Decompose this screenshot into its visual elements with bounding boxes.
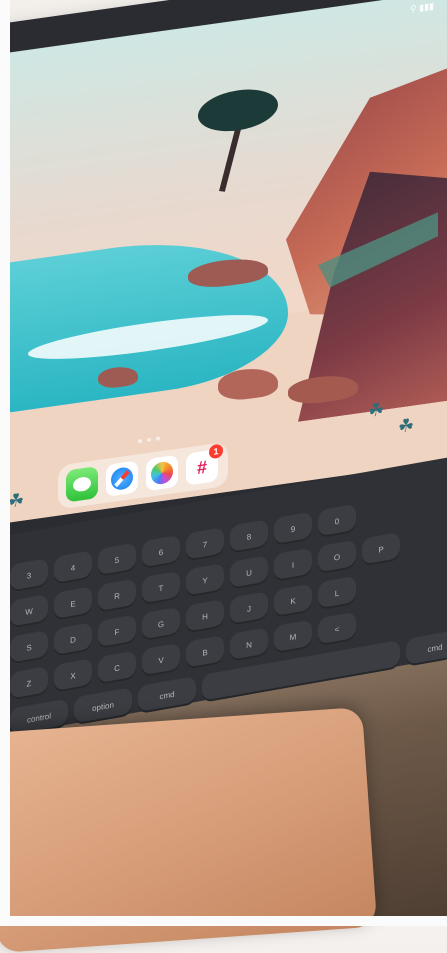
- slack-icon[interactable]: # 1: [186, 443, 223, 486]
- notification-badge: 1: [209, 443, 223, 460]
- tablet-screen: ⚲ ▮▮▮ ☘ ☘ ☘ # 1: [0, 0, 447, 526]
- key[interactable]: U: [230, 555, 268, 590]
- key[interactable]: R: [98, 578, 136, 614]
- key[interactable]: 7: [186, 526, 224, 562]
- key[interactable]: K: [274, 583, 312, 619]
- key[interactable]: S: [10, 630, 48, 665]
- key[interactable]: Y: [186, 562, 224, 598]
- key[interactable]: B: [186, 634, 224, 670]
- key[interactable]: Z: [10, 666, 48, 701]
- photos-icon[interactable]: [146, 454, 178, 492]
- option-key[interactable]: option: [74, 687, 132, 726]
- command-key[interactable]: cmd: [406, 628, 447, 667]
- key[interactable]: 9: [274, 511, 312, 547]
- key[interactable]: O: [318, 539, 356, 575]
- key[interactable]: X: [54, 658, 92, 693]
- key[interactable]: E: [54, 586, 92, 621]
- message-bubble-icon: [73, 475, 91, 493]
- status-bar-icons: ⚲ ▮▮▮: [410, 0, 434, 15]
- compass-icon: [111, 466, 133, 492]
- key[interactable]: C: [98, 650, 136, 686]
- key[interactable]: F: [98, 614, 136, 650]
- messages-icon[interactable]: [66, 466, 98, 503]
- clover-icon: ☘: [398, 414, 415, 437]
- command-key[interactable]: cmd: [138, 675, 196, 715]
- wallpaper-tree: [198, 84, 278, 136]
- flower-icon: [151, 460, 173, 486]
- image-border: [0, 916, 447, 926]
- key[interactable]: D: [54, 622, 92, 657]
- image-border: [0, 0, 10, 926]
- wallpaper-tree-trunk: [219, 120, 243, 192]
- key[interactable]: 0: [318, 503, 356, 539]
- page-dot: [147, 437, 151, 443]
- key[interactable]: 5: [98, 542, 136, 578]
- key[interactable]: 4: [54, 550, 92, 585]
- key[interactable]: G: [142, 606, 180, 642]
- key[interactable]: V: [142, 642, 180, 678]
- key[interactable]: T: [142, 570, 180, 606]
- page-dot: [138, 438, 142, 444]
- key[interactable]: L: [318, 575, 356, 611]
- key[interactable]: J: [230, 591, 268, 626]
- key[interactable]: N: [230, 627, 268, 662]
- key[interactable]: 3: [10, 558, 48, 593]
- safari-icon[interactable]: [106, 460, 138, 497]
- key[interactable]: H: [186, 598, 224, 634]
- clover-icon: ☘: [8, 489, 25, 512]
- clover-icon: ☘: [368, 398, 385, 422]
- page-dot: [156, 436, 160, 441]
- key[interactable]: 8: [230, 519, 268, 554]
- key[interactable]: <: [318, 611, 356, 647]
- hash-icon: #: [196, 456, 207, 478]
- key[interactable]: I: [274, 547, 312, 583]
- key[interactable]: 6: [142, 534, 180, 570]
- key[interactable]: W: [10, 594, 48, 629]
- key[interactable]: M: [274, 619, 312, 655]
- key[interactable]: P: [362, 531, 400, 567]
